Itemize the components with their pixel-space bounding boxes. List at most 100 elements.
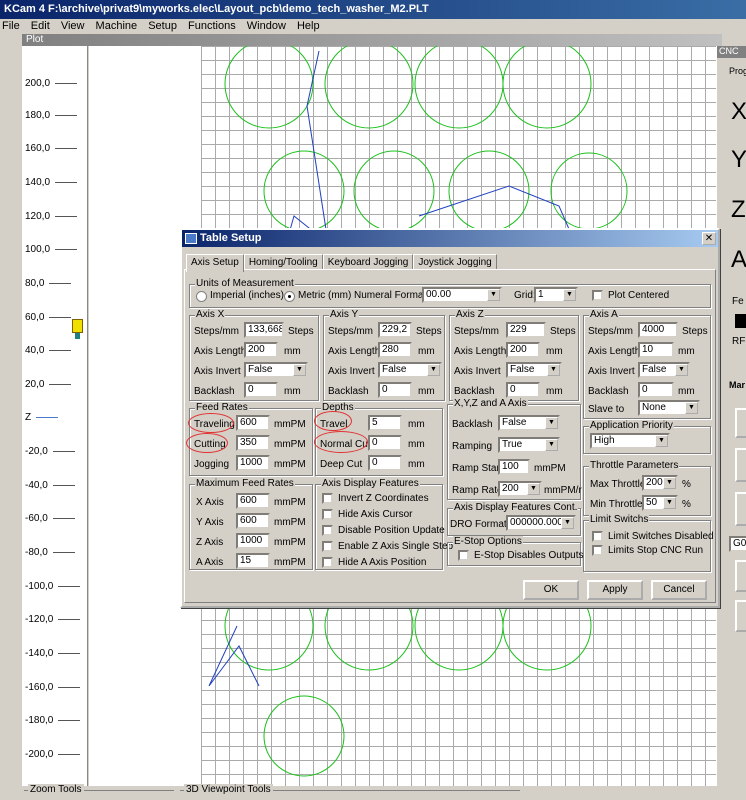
gcode-input[interactable]: G0 bbox=[729, 536, 746, 552]
menu-functions[interactable]: Functions bbox=[188, 20, 236, 32]
metric-label: Metric (mm) bbox=[298, 290, 352, 301]
axis-y-backlash-input[interactable]: 0 bbox=[378, 382, 412, 398]
max-throttle-select[interactable]: 200 ▼ bbox=[642, 475, 678, 491]
display-features-legend: Axis Display Features bbox=[321, 478, 420, 489]
axis-x-backlash-input[interactable]: 0 bbox=[244, 382, 278, 398]
ruler-tick: 140,0 bbox=[25, 177, 78, 188]
min-throttle-label: Min Throttle: bbox=[590, 499, 646, 510]
max-feed-x-input[interactable]: 600 bbox=[236, 493, 270, 509]
estop-checkbox[interactable] bbox=[458, 550, 469, 561]
jogging-input[interactable]: 1000 bbox=[236, 455, 270, 471]
axis-x-steps-input[interactable]: 133,668 bbox=[244, 322, 284, 338]
axis-x-invert-select[interactable]: False ▼ bbox=[244, 362, 308, 378]
menu-setup[interactable]: Setup bbox=[148, 20, 177, 32]
axis-y-invert-select[interactable]: False ▼ bbox=[378, 362, 442, 378]
plot-title: Plot bbox=[26, 34, 44, 45]
tab-keyboard-jogging[interactable]: Keyboard Jogging bbox=[322, 254, 414, 270]
estop-label: E-Stop Disables Outputs bbox=[474, 550, 584, 561]
feed-unit: mmPM bbox=[274, 439, 306, 450]
hide-a-axis-checkbox[interactable] bbox=[322, 557, 333, 568]
close-button[interactable]: ✕ bbox=[702, 232, 716, 245]
max-feed-group: Maximum Feed Rates X Axis 600 mmPM Y Axi… bbox=[189, 478, 313, 570]
cutting-input[interactable]: 350 bbox=[236, 435, 270, 451]
axis-a-steps-input[interactable]: 4000 bbox=[638, 322, 678, 338]
max-feed-y-input[interactable]: 600 bbox=[236, 513, 270, 529]
jog-button[interactable] bbox=[735, 492, 746, 526]
invert-label: Axis Invert bbox=[588, 366, 635, 377]
traveling-input[interactable]: 600 bbox=[236, 415, 270, 431]
axis-a-invert-select[interactable]: False ▼ bbox=[638, 362, 690, 378]
max-feed-a-input[interactable]: 15 bbox=[236, 553, 270, 569]
axis-y-steps-input[interactable]: 229,2 bbox=[378, 322, 412, 338]
cnc-panel-title[interactable]: CNC bbox=[717, 46, 746, 58]
axis-a-backlash-input[interactable]: 0 bbox=[638, 382, 674, 398]
numeral-format-select[interactable]: 00.00 ▼ bbox=[422, 287, 502, 303]
hide-a-axis-label: Hide A Axis Position bbox=[338, 557, 427, 568]
invert-z-checkbox[interactable] bbox=[322, 493, 333, 504]
run-button[interactable] bbox=[735, 560, 746, 592]
limits-disabled-checkbox[interactable] bbox=[592, 531, 603, 542]
dialog-title-bar[interactable]: Table Setup ✕ bbox=[182, 230, 718, 247]
menu-file[interactable]: File bbox=[2, 20, 20, 32]
dro-format-select[interactable]: 000000.000 ▼ bbox=[506, 515, 576, 531]
menu-machine[interactable]: Machine bbox=[96, 20, 138, 32]
travel-input[interactable]: 5 bbox=[368, 415, 402, 431]
slave-to-select[interactable]: None ▼ bbox=[638, 400, 700, 416]
menu-view[interactable]: View bbox=[61, 20, 85, 32]
length-unit: mm bbox=[418, 346, 435, 357]
axis-x-length-input[interactable]: 200 bbox=[244, 342, 278, 358]
steps-label: Steps/mm bbox=[454, 326, 500, 337]
throttle-group: Throttle Parameters Max Throttle: 200 ▼ %… bbox=[583, 460, 711, 516]
plot-centered-checkbox[interactable] bbox=[592, 290, 603, 301]
apply-button[interactable]: Apply bbox=[587, 580, 643, 600]
axis-z-steps-input[interactable]: 229 bbox=[506, 322, 546, 338]
ruler-tick: 180,0 bbox=[25, 110, 78, 121]
cnc-panel: CNC Prog X Y Z A Fe RF Mar G0 bbox=[716, 46, 746, 800]
cancel-button[interactable]: Cancel bbox=[651, 580, 707, 600]
viewpoint-tools-label: 3D Viewpoint Tools bbox=[184, 784, 273, 795]
min-throttle-select[interactable]: 50 ▼ bbox=[642, 495, 678, 511]
plot-window-title[interactable]: Plot bbox=[22, 34, 722, 46]
axis-y-length-input[interactable]: 280 bbox=[378, 342, 412, 358]
annotation-circle bbox=[186, 433, 228, 453]
axis-z-legend: Axis Z bbox=[455, 309, 485, 320]
priority-select[interactable]: High ▼ bbox=[590, 433, 670, 449]
axis-z-length-input[interactable]: 200 bbox=[506, 342, 540, 358]
disable-position-checkbox[interactable] bbox=[322, 525, 333, 536]
axis-z-invert-select[interactable]: False ▼ bbox=[506, 362, 562, 378]
length-label: Axis Length bbox=[194, 346, 247, 357]
z-cursor-marker[interactable] bbox=[72, 319, 83, 333]
tab-homing-tooling[interactable]: Homing/Tooling bbox=[243, 254, 323, 270]
axis-setup-panel: Units of Measurement Imperial (inches) M… bbox=[184, 269, 716, 603]
ramp-start-input[interactable]: 100 bbox=[498, 459, 530, 475]
ramping-select[interactable]: True ▼ bbox=[498, 437, 560, 453]
grid-select[interactable]: 1 ▼ bbox=[534, 287, 578, 303]
normal-cut-input[interactable]: 0 bbox=[368, 435, 402, 451]
backlash-unit: mm bbox=[678, 386, 695, 397]
menu-edit[interactable]: Edit bbox=[31, 20, 50, 32]
jog-button[interactable] bbox=[735, 408, 746, 438]
deep-cut-input[interactable]: 0 bbox=[368, 455, 402, 471]
axis-a-length-input[interactable]: 10 bbox=[638, 342, 674, 358]
stop-button[interactable] bbox=[735, 600, 746, 632]
axis-z-backlash-input[interactable]: 0 bbox=[506, 382, 540, 398]
axis-z-group: Axis Z Steps/mm 229 Steps Axis Length 20… bbox=[449, 309, 579, 401]
estop-group: E-Stop Options E-Stop Disables Outputs bbox=[447, 536, 584, 566]
imperial-radio[interactable] bbox=[196, 291, 207, 302]
metric-radio[interactable] bbox=[284, 291, 295, 302]
backlash-label: Backlash bbox=[452, 419, 493, 430]
limits-stop-checkbox[interactable] bbox=[592, 545, 603, 556]
axis-x-legend: Axis X bbox=[195, 309, 226, 320]
max-feed-z-input[interactable]: 1000 bbox=[236, 533, 270, 549]
ok-button[interactable]: OK bbox=[523, 580, 579, 600]
tab-strip: Axis Setup Homing/Tooling Keyboard Jogging… bbox=[186, 252, 497, 272]
xyz-backlash-select[interactable]: False ▼ bbox=[498, 415, 560, 431]
menu-window[interactable]: Window bbox=[247, 20, 286, 32]
hide-cursor-checkbox[interactable] bbox=[322, 509, 333, 520]
menu-help[interactable]: Help bbox=[297, 20, 320, 32]
tab-joystick-jogging[interactable]: Joystick Jogging bbox=[413, 254, 497, 270]
z-single-step-checkbox[interactable] bbox=[322, 541, 333, 552]
tab-axis-setup[interactable]: Axis Setup bbox=[186, 254, 244, 272]
jog-button[interactable] bbox=[735, 448, 746, 482]
ramp-rate-select[interactable]: 200 ▼ bbox=[498, 481, 542, 497]
